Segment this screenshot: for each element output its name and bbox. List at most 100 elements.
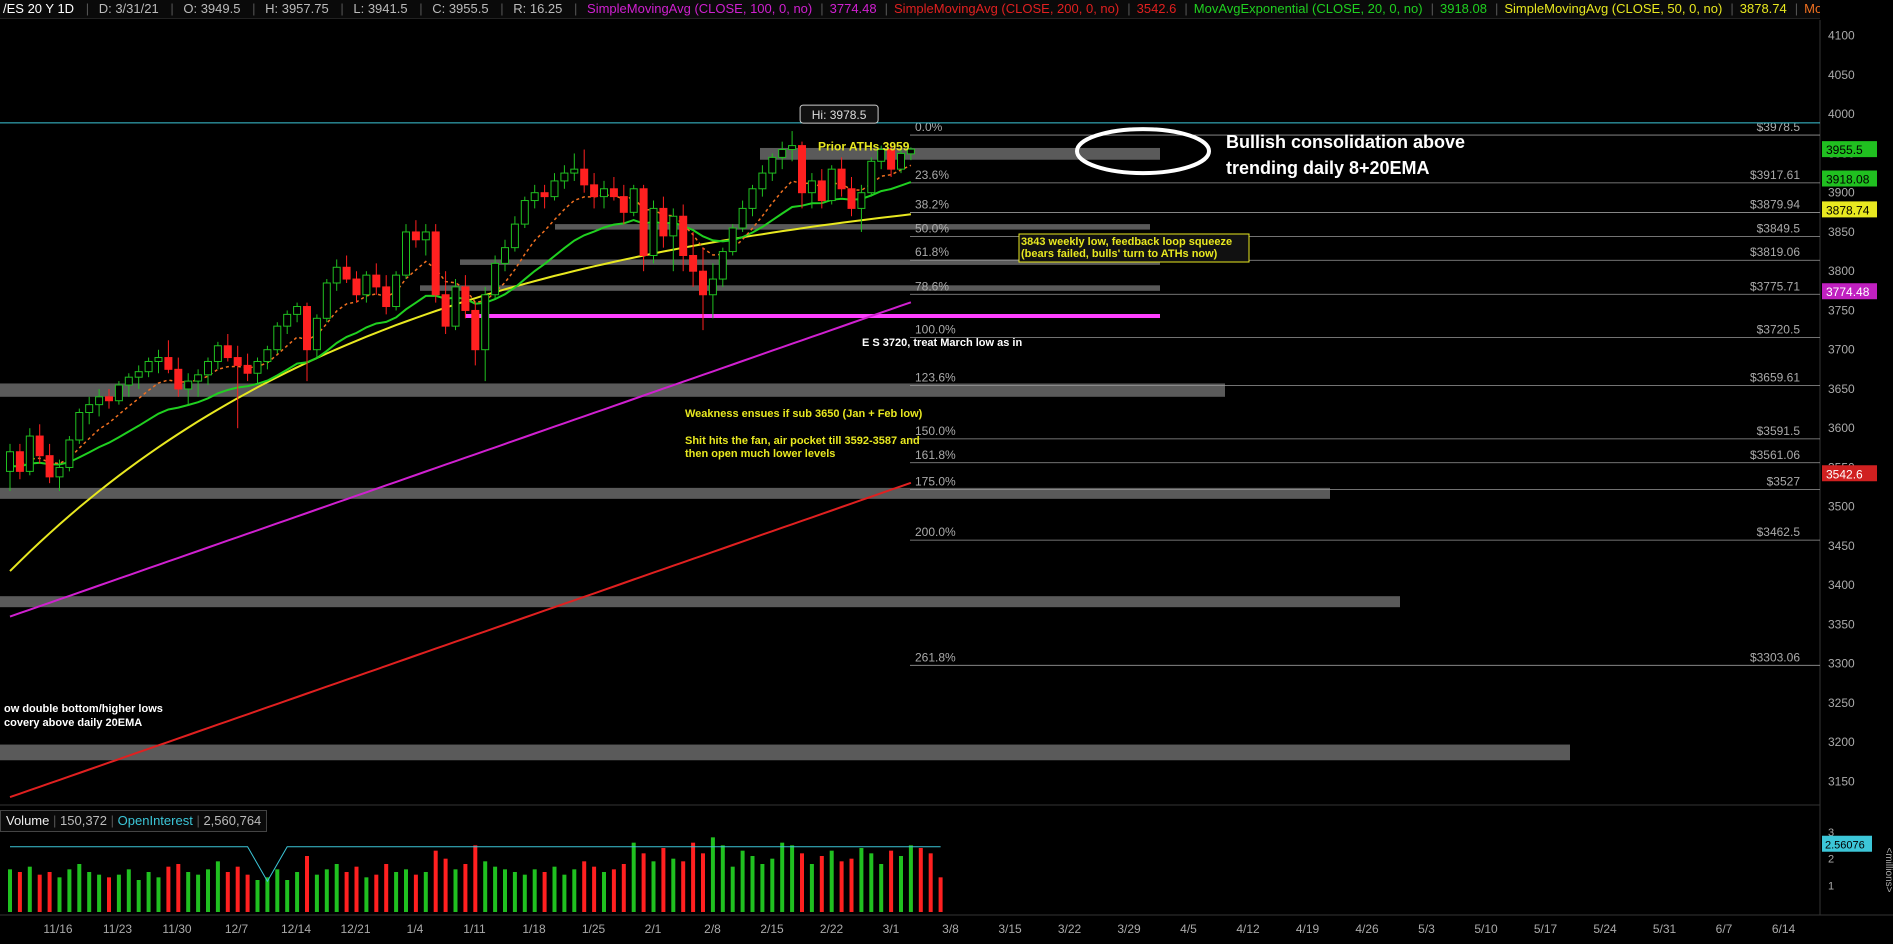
volume-bar-33 — [334, 864, 339, 912]
volume-bar-61 — [611, 869, 616, 912]
candle-body-48 — [481, 294, 490, 351]
y-tick-1: 3200 — [1828, 735, 1855, 749]
x-tick-10: 2/1 — [645, 922, 662, 936]
y-tick-5: 3400 — [1828, 578, 1855, 592]
candle-body-43 — [431, 231, 440, 296]
candle-body-46 — [461, 286, 470, 311]
candle-body-68 — [679, 215, 688, 256]
candle-body-50 — [501, 247, 509, 264]
y-tick-15: 3900 — [1828, 186, 1855, 200]
candle-body-29 — [293, 306, 302, 315]
volume-bar-55 — [552, 866, 557, 912]
x-tick-19: 4/5 — [1180, 922, 1197, 936]
candle-body-38 — [382, 286, 391, 308]
candle-body-44 — [441, 294, 450, 327]
volume-bar-79 — [790, 845, 795, 912]
candle-body-90 — [897, 152, 905, 170]
volume-bar-60 — [602, 872, 606, 912]
y-tick-18: 4050 — [1828, 68, 1855, 82]
volume-bar-2 — [27, 866, 32, 912]
candle-body-20 — [204, 360, 212, 376]
x-tick-17: 3/22 — [1058, 922, 1082, 936]
volume-bar-18 — [186, 872, 191, 912]
volume-bar-13 — [136, 880, 141, 912]
fib-pct-12: 261.8% — [915, 650, 956, 664]
annotation-consolidation-line-0: Bullish consolidation above — [1226, 132, 1465, 152]
candle-body-33 — [332, 266, 341, 284]
volume-bar-71 — [710, 837, 715, 912]
volume-bar-37 — [374, 874, 379, 912]
volume-bar-43 — [433, 850, 438, 912]
candle-body-8 — [85, 404, 94, 413]
volume-bar-19 — [196, 874, 201, 912]
annotation-shit-hits-line-1: then open much lower levels — [685, 448, 835, 460]
x-tick-3: 12/7 — [225, 922, 249, 936]
candle-body-14 — [144, 360, 153, 373]
candle-body-42 — [421, 231, 430, 241]
candle-body-84 — [837, 168, 846, 190]
volume-bar-65 — [651, 861, 656, 912]
volume-bar-8 — [87, 872, 92, 912]
price-tag-2: 3878.74 — [1826, 203, 1870, 217]
volume-bar-23 — [235, 866, 240, 912]
volume-bar-30 — [305, 856, 309, 912]
y-tick-11: 3700 — [1828, 343, 1855, 357]
candle-body-22 — [223, 345, 232, 359]
volume-bar-31 — [314, 874, 319, 912]
volume-bar-6 — [67, 869, 72, 912]
volume-bar-56 — [562, 874, 567, 912]
volume-bar-14 — [146, 872, 151, 912]
volume-bar-78 — [780, 842, 785, 912]
candle-body-17 — [174, 368, 183, 390]
volume-bar-54 — [542, 872, 547, 912]
annotation-shit-hits-line-0: Shit hits the fan, air pocket till 3592-… — [685, 435, 920, 447]
x-tick-6: 1/4 — [407, 922, 424, 936]
volume-bar-26 — [265, 877, 270, 912]
chart-root: /ES 20 Y 1D | D: 3/31/21 | O: 3949.5 | H… — [0, 0, 1893, 944]
volume-bar-83 — [829, 850, 834, 912]
volume-bar-85 — [849, 858, 854, 912]
x-tick-29: 6/14 — [1772, 922, 1796, 936]
candle-body-1 — [15, 451, 24, 472]
fib-price-7: $3659.61 — [1750, 370, 1800, 384]
volume-bar-42 — [423, 872, 428, 912]
x-tick-12: 2/15 — [760, 922, 784, 936]
candle-body-52 — [520, 200, 529, 225]
candle-body-35 — [352, 278, 361, 296]
volume-bar-64 — [641, 853, 646, 912]
fib-price-12: $3303.06 — [1750, 650, 1800, 664]
candle-body-16 — [164, 357, 173, 370]
volume-bar-77 — [770, 858, 775, 912]
support-zone-6 — [0, 596, 1400, 608]
volume-bar-45 — [453, 869, 458, 912]
volume-bar-29 — [295, 872, 300, 912]
candle-body-27 — [273, 325, 282, 351]
candle-body-36 — [362, 274, 371, 296]
candle-body-47 — [471, 309, 480, 351]
candle-body-62 — [619, 196, 628, 213]
volume-bar-7 — [77, 864, 82, 912]
volume-bar-90 — [899, 856, 903, 912]
annotation-double-bottom-line-0: ow double bottom/higher lows — [4, 703, 163, 715]
volume-bar-10 — [107, 877, 111, 912]
volume-bar-40 — [404, 869, 408, 912]
chart-canvas[interactable]: 0.0% $3978.5 23.6% $3917.61 38.2% $3879.94 50.… — [0, 0, 1893, 944]
x-tick-4: 12/14 — [281, 922, 311, 936]
candle-body-18 — [184, 380, 193, 390]
volume-header: Volume | 150,372 | OpenInterest | 2,560,… — [0, 810, 268, 832]
candle-body-74 — [738, 207, 747, 229]
fib-price-5: $3775.71 — [1750, 279, 1800, 293]
fib-pct-5: 78.6% — [915, 279, 949, 293]
candle-body-15 — [154, 357, 163, 362]
hi-label: Hi: 3978.5 — [812, 108, 867, 122]
candle-body-82 — [817, 180, 826, 202]
volume-bar-41 — [413, 874, 418, 912]
candle-body-0 — [6, 451, 14, 472]
volume-bar-94 — [938, 877, 943, 912]
candle-body-83 — [827, 168, 836, 202]
x-tick-22: 4/26 — [1355, 922, 1379, 936]
candle-body-21 — [213, 345, 222, 362]
fib-price-0: $3978.5 — [1757, 120, 1801, 134]
candle-body-64 — [639, 188, 648, 256]
candle-body-26 — [263, 349, 272, 362]
